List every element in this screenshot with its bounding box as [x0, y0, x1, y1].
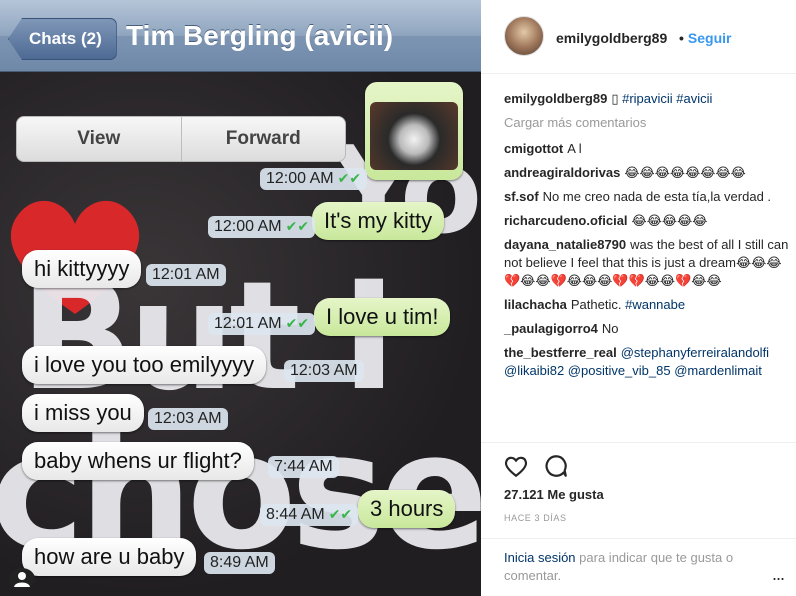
comment-text: Pathetic.: [570, 297, 622, 312]
message-action-menu: View Forward: [16, 116, 346, 162]
message-time: 8:49 AM: [204, 552, 275, 574]
comment-bubble-icon[interactable]: [543, 453, 569, 479]
login-prompt: Inicia sesión para indicar que te gusta …: [481, 538, 796, 585]
chat-navbar: Chats (2) Tim Bergling (avicii): [0, 0, 481, 72]
heart-outline-icon[interactable]: [503, 453, 529, 479]
comment: richarcudeno.oficial 😂😂😂😂😂: [504, 212, 789, 230]
comment: sf.sof No me creo nada de esta tía,la ver…: [504, 188, 789, 206]
comment: _paulagigorro4 No: [504, 320, 789, 338]
message-bubble: hi kittyyyy: [22, 250, 142, 288]
read-ticks-icon: ✔✔: [285, 315, 310, 331]
caption: emilygoldberg89 ▯ #ripavicii #avicii: [504, 90, 789, 108]
post-side-panel: emilygoldberg89 • Seguir emilygoldberg89 ▯…: [481, 0, 796, 596]
caption-text: ▯: [611, 91, 619, 106]
follow-label: Seguir: [687, 30, 732, 46]
comment-username[interactable]: the_bestferre_real: [504, 345, 617, 360]
comment-text: 😂😂😂😂😂😂😂😂: [624, 165, 746, 180]
follow-button[interactable]: • Seguir: [679, 30, 731, 46]
comment: the_bestferre_real @stephanyferreiralando…: [504, 344, 789, 380]
read-ticks-icon: ✔✔: [285, 218, 310, 234]
message-time: 12:03 AM: [148, 408, 228, 430]
comment-text: 😂😂😂😂😂: [631, 213, 708, 228]
caption-hashtags[interactable]: #ripavicii #avicii: [622, 91, 712, 106]
comment-text: A l: [567, 141, 582, 156]
separator: •: [679, 30, 684, 46]
message-bubble: baby whens ur flight?: [22, 442, 254, 480]
message-time: 12:01 AM ✔✔: [208, 313, 316, 335]
post-image[interactable]: Yo But I chose Chats (2) Tim Bergling (a…: [0, 0, 481, 596]
message-bubble: 3 hours: [358, 490, 456, 528]
user-tag-icon[interactable]: [9, 568, 35, 590]
message-time: 12:03 AM: [284, 360, 364, 382]
view-button[interactable]: View: [17, 117, 181, 161]
message-bubble: how are u baby: [22, 538, 197, 576]
comment-username[interactable]: lilachacha: [504, 297, 567, 312]
post-date: HACE 3 DÍAS: [504, 513, 567, 523]
avatar[interactable]: [504, 16, 544, 56]
comment-username[interactable]: dayana_natalie8790: [504, 237, 626, 252]
login-link[interactable]: Inicia sesión: [504, 550, 576, 565]
message-time: 12:00 AM ✔✔: [208, 216, 316, 238]
comment: andreagiraldorivas 😂😂😂😂😂😂😂😂: [504, 164, 789, 182]
header-username[interactable]: emilygoldberg89: [556, 30, 667, 46]
cat-photo: [370, 102, 458, 170]
read-ticks-icon: ✔✔: [328, 506, 353, 522]
comment-username[interactable]: richarcudeno.oficial: [504, 213, 628, 228]
comment-text: No: [601, 321, 619, 336]
message-bubble: i love you too emilyyyy: [22, 346, 267, 384]
likes-count[interactable]: 27.121 Me gusta: [504, 487, 604, 502]
message-bubble: i miss you: [22, 394, 144, 432]
post-header: emilygoldberg89 • Seguir: [481, 0, 796, 74]
comments-list: emilygoldberg89 ▯ #ripavicii #avicii Carg…: [504, 90, 789, 386]
message-time: 12:01 AM: [146, 264, 226, 286]
message-bubble: It's my kitty: [312, 202, 445, 240]
load-more-comments-link[interactable]: Cargar más comentarios: [504, 114, 789, 132]
comment-username[interactable]: andreagiraldorivas: [504, 165, 620, 180]
message-time: 7:44 AM: [268, 456, 339, 478]
more-options-icon[interactable]: ...: [772, 564, 785, 585]
comment-username[interactable]: cmigottot: [504, 141, 563, 156]
message-time: 12:00 AM ✔✔: [260, 168, 368, 190]
chats-back-button[interactable]: Chats (2): [8, 18, 117, 60]
comment: lilachacha Pathetic. #wannabe: [504, 296, 789, 314]
comment: dayana_natalie8790 was the best of all I …: [504, 236, 789, 290]
comment-hashtag[interactable]: #wannabe: [625, 297, 685, 312]
comment: cmigottot A l: [504, 140, 789, 158]
photo-message[interactable]: [365, 82, 463, 180]
comment-username[interactable]: _paulagigorro4: [504, 321, 598, 336]
message-time: 8:44 AM ✔✔: [260, 504, 359, 526]
message-bubble: I love u tim!: [314, 298, 451, 336]
chat-title: Tim Bergling (avicii): [126, 20, 394, 51]
comment-text: No me creo nada de esta tía,la verdad .: [542, 189, 772, 204]
caption-username[interactable]: emilygoldberg89: [504, 91, 607, 106]
forward-button[interactable]: Forward: [180, 117, 346, 161]
comment-username[interactable]: sf.sof: [504, 189, 539, 204]
post-actions: 27.121 Me gusta HACE 3 DÍAS: [481, 442, 796, 523]
read-ticks-icon: ✔✔: [337, 170, 362, 186]
